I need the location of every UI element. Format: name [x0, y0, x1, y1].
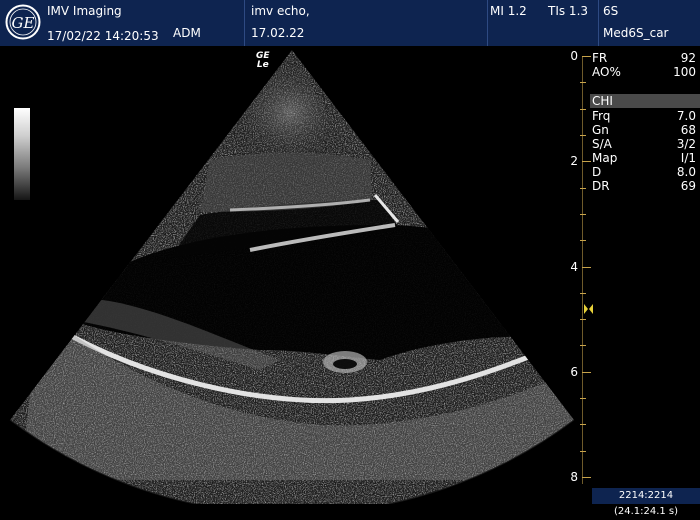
depth-tick-minor [580, 135, 586, 136]
depth-label: 8 [570, 470, 578, 484]
brand-label: IMV Imaging [47, 4, 122, 18]
probe-label: 6S [603, 4, 619, 18]
depth-label: 6 [570, 365, 578, 379]
depth-tick-major [582, 477, 591, 478]
svg-text:GE: GE [12, 14, 35, 32]
preset-label: Med6S_car [603, 26, 669, 40]
depth-tick-minor [580, 319, 586, 320]
header-divider [598, 0, 599, 46]
study-name: imv echo, [251, 4, 310, 18]
ultrasound-image [9, 50, 575, 504]
ge-logo-icon: GE [5, 4, 41, 40]
depth-tick-minor [580, 424, 586, 425]
header-bar: GE IMV Imaging 17/02/22 14:20:53 ADM imv… [0, 0, 700, 46]
mode-label: CHI [592, 94, 613, 108]
tis-index: TIs 1.3 [548, 4, 589, 18]
depth-tick-minor [580, 188, 586, 189]
depth-tick-minor [580, 345, 586, 346]
depth-tick-minor [580, 451, 586, 452]
mi-index: MI 1.2 [490, 4, 527, 18]
mode-bar: CHI [590, 94, 700, 108]
depth-tick-major [582, 372, 591, 373]
cine-counter: 2214:2214 (24.1:24.1 s) [592, 488, 700, 517]
depth-tick-minor [580, 240, 586, 241]
depth-tick-minor [580, 293, 586, 294]
depth-tick-minor [580, 214, 586, 215]
grayscale-bar [14, 108, 30, 200]
header-divider [487, 0, 488, 46]
depth-tick-minor [580, 82, 586, 83]
depth-label: 2 [570, 154, 578, 168]
datetime-label: 17/02/22 14:20:53 [47, 29, 159, 43]
study-date: 17.02.22 [251, 26, 305, 40]
orientation-marker: GE Le [256, 51, 270, 70]
header-divider [244, 0, 245, 46]
operator-label: ADM [173, 26, 201, 40]
depth-tick-minor [580, 398, 586, 399]
depth-label: 0 [570, 49, 578, 63]
depth-tick-major [582, 56, 591, 57]
depth-tick-minor [580, 109, 586, 110]
depth-tick-major [582, 267, 591, 268]
depth-tick-major [582, 161, 591, 162]
depth-label: 4 [570, 260, 578, 274]
